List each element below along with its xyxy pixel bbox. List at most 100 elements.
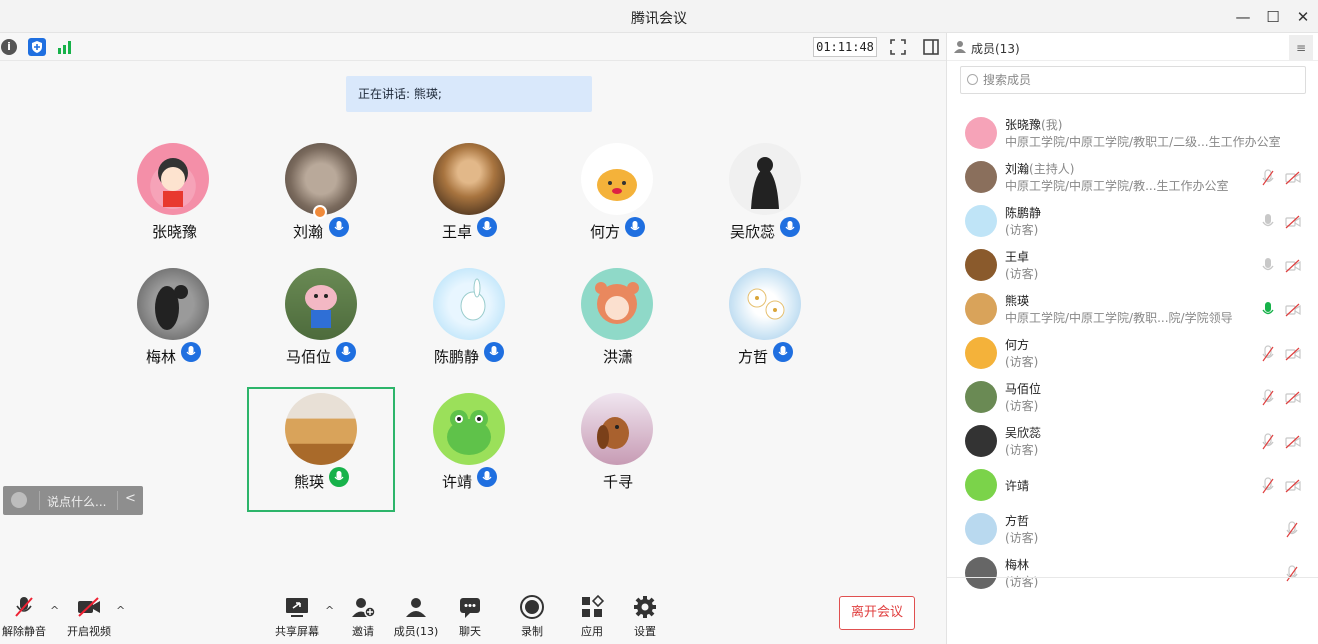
member-row[interactable]: 许靖 [947, 463, 1318, 507]
person-icon [954, 41, 966, 53]
avatar [581, 268, 653, 340]
member-role-tag: (主持人) [1029, 162, 1075, 176]
participant-tile[interactable]: 刘瀚 [247, 137, 395, 262]
member-row[interactable]: 何方 (访客) [947, 331, 1318, 375]
camera-off-icon[interactable] [1285, 302, 1301, 321]
participant-tile-active-speaker[interactable]: 熊瑛 [247, 387, 395, 512]
member-name: 刘瀚(主持人) [1005, 160, 1074, 177]
divider [947, 577, 1318, 578]
video-stage: i 01:11:48 正在讲话: 熊瑛; 张晓豫 刘瀚 王卓 何方 吴欣蕊 梅林… [0, 33, 946, 644]
member-name-text: 熊瑛 [1005, 294, 1030, 308]
mic-muted-icon[interactable] [1261, 345, 1275, 367]
member-row[interactable]: 王卓 (访客) [947, 243, 1318, 287]
record-button[interactable]: 录制 [502, 594, 562, 639]
member-row[interactable]: 马佰位 (访客) [947, 375, 1318, 419]
mic-icon [625, 217, 645, 237]
speaking-indicator: 正在讲话: 熊瑛; [346, 76, 592, 112]
participant-tile[interactable]: 王卓 [395, 137, 543, 262]
member-row[interactable]: 刘瀚(主持人) 中原工学院/中原工学院/教...生工作办公室 [947, 155, 1318, 199]
tencent-meeting-window: 腾讯会议 — ☐ ✕ i 01:11:48 正在讲话: 熊瑛; 张晓豫 刘瀚 王… [0, 0, 1318, 644]
close-icon[interactable]: ✕ [1292, 6, 1314, 28]
member-row[interactable]: 熊瑛 中原工学院/中原工学院/教职...院/学院领导 [947, 287, 1318, 331]
members-panel: 成员(13) ≡ 搜索成员 张晓豫(我) 中原工学院/中原工学院/教职工/二级..… [946, 33, 1318, 644]
fullscreen-icon[interactable] [889, 38, 907, 56]
mic-muted-icon [15, 597, 33, 617]
mic-muted-icon[interactable] [1261, 477, 1275, 499]
unmute-button[interactable]: 解除静音 [0, 594, 54, 639]
minimize-icon[interactable]: — [1232, 6, 1254, 28]
camera-off-icon[interactable] [1285, 258, 1301, 277]
chat-label: 聊天 [459, 625, 481, 638]
chat-input[interactable]: 说点什么... < [3, 486, 143, 515]
member-row[interactable]: 吴欣蕊 (访客) [947, 419, 1318, 463]
participant-tile[interactable]: 方哲 [691, 262, 839, 387]
settings-label: 设置 [634, 625, 656, 638]
settings-button[interactable]: 设置 [615, 594, 675, 639]
participant-tile[interactable]: 张晓豫 [99, 137, 247, 262]
camera-off-icon[interactable] [1285, 478, 1301, 497]
chevron-up-icon[interactable]: ^ [50, 604, 59, 617]
participant-name: 千寻 [603, 473, 634, 491]
member-row[interactable]: 梅林 (访客) [947, 551, 1318, 595]
chevron-up-icon[interactable]: ^ [116, 604, 125, 617]
participant-name: 张晓豫 [152, 223, 198, 241]
participant-tile[interactable]: 马佰位 [247, 262, 395, 387]
participant-tile[interactable]: 许靖 [395, 387, 543, 512]
participant-tile[interactable]: 梅林 [99, 262, 247, 387]
participant-name: 刘瀚 [293, 223, 324, 241]
emoji-icon[interactable] [11, 492, 27, 508]
layout-toggle-icon[interactable] [922, 38, 940, 56]
mic-icon[interactable] [1261, 257, 1275, 279]
avatar [965, 205, 997, 237]
member-name-text: 张晓豫 [1005, 118, 1042, 132]
avatar [433, 143, 505, 215]
search-members-input[interactable]: 搜索成员 [960, 66, 1306, 94]
maximize-icon[interactable]: ☐ [1262, 6, 1284, 28]
mic-muted-icon[interactable] [1285, 565, 1299, 587]
participant-tile[interactable]: 吴欣蕊 [691, 137, 839, 262]
leave-meeting-button[interactable]: 离开会议 [839, 596, 915, 630]
avatar [729, 143, 801, 215]
member-name-text: 梅林 [1005, 558, 1030, 572]
share-screen-button[interactable]: 共享屏幕 [267, 594, 327, 639]
start-video-label: 开启视频 [67, 625, 111, 638]
participant-tile[interactable]: 何方 [543, 137, 691, 262]
camera-off-icon[interactable] [1285, 434, 1301, 453]
camera-off-icon[interactable] [1285, 170, 1301, 189]
participant-name: 何方 [590, 223, 621, 241]
member-subtitle: (访客) [1005, 267, 1039, 281]
camera-off-icon[interactable] [1285, 346, 1301, 365]
members-button[interactable]: 成员(13) [386, 594, 446, 639]
member-name-text: 何方 [1005, 338, 1030, 352]
participant-tile[interactable]: 千寻 [543, 387, 691, 512]
member-name-text: 马佰位 [1005, 382, 1042, 396]
invite-button[interactable]: 邀请 [333, 594, 393, 639]
mic-muted-icon[interactable] [1261, 389, 1275, 411]
start-video-button[interactable]: 开启视频 [59, 594, 119, 639]
camera-off-icon[interactable] [1285, 390, 1301, 409]
camera-off-icon[interactable] [1285, 214, 1301, 233]
info-icon[interactable]: i [1, 39, 17, 55]
mic-muted-icon[interactable] [1261, 433, 1275, 455]
chevron-left-icon[interactable]: < [125, 491, 136, 506]
member-row[interactable]: 方哲 (访客) [947, 507, 1318, 551]
member-name: 张晓豫(我) [1005, 116, 1062, 133]
member-name: 王卓 [1005, 248, 1029, 265]
shield-icon[interactable] [28, 38, 46, 56]
mic-icon[interactable] [1261, 213, 1275, 235]
member-subtitle: (访客) [1005, 531, 1039, 545]
apps-button[interactable]: 应用 [562, 594, 622, 639]
mic-icon [181, 342, 201, 362]
participant-tile[interactable]: 陈鹏静 [395, 262, 543, 387]
mic-muted-icon[interactable] [1285, 521, 1299, 543]
signal-icon[interactable] [56, 38, 74, 56]
menu-icon[interactable]: ≡ [1289, 35, 1313, 61]
mic-muted-icon[interactable] [1261, 169, 1275, 191]
member-name-text: 陈鹏静 [1005, 206, 1042, 220]
member-row[interactable]: 陈鹏静 (访客) [947, 199, 1318, 243]
chat-button[interactable]: 聊天 [440, 594, 500, 639]
member-row[interactable]: 张晓豫(我) 中原工学院/中原工学院/教职工/二级...生工作办公室 [947, 111, 1318, 155]
mic-icon [773, 342, 793, 362]
mic-speaking-icon[interactable] [1261, 301, 1275, 323]
participant-tile[interactable]: 洪潇 [543, 262, 691, 387]
